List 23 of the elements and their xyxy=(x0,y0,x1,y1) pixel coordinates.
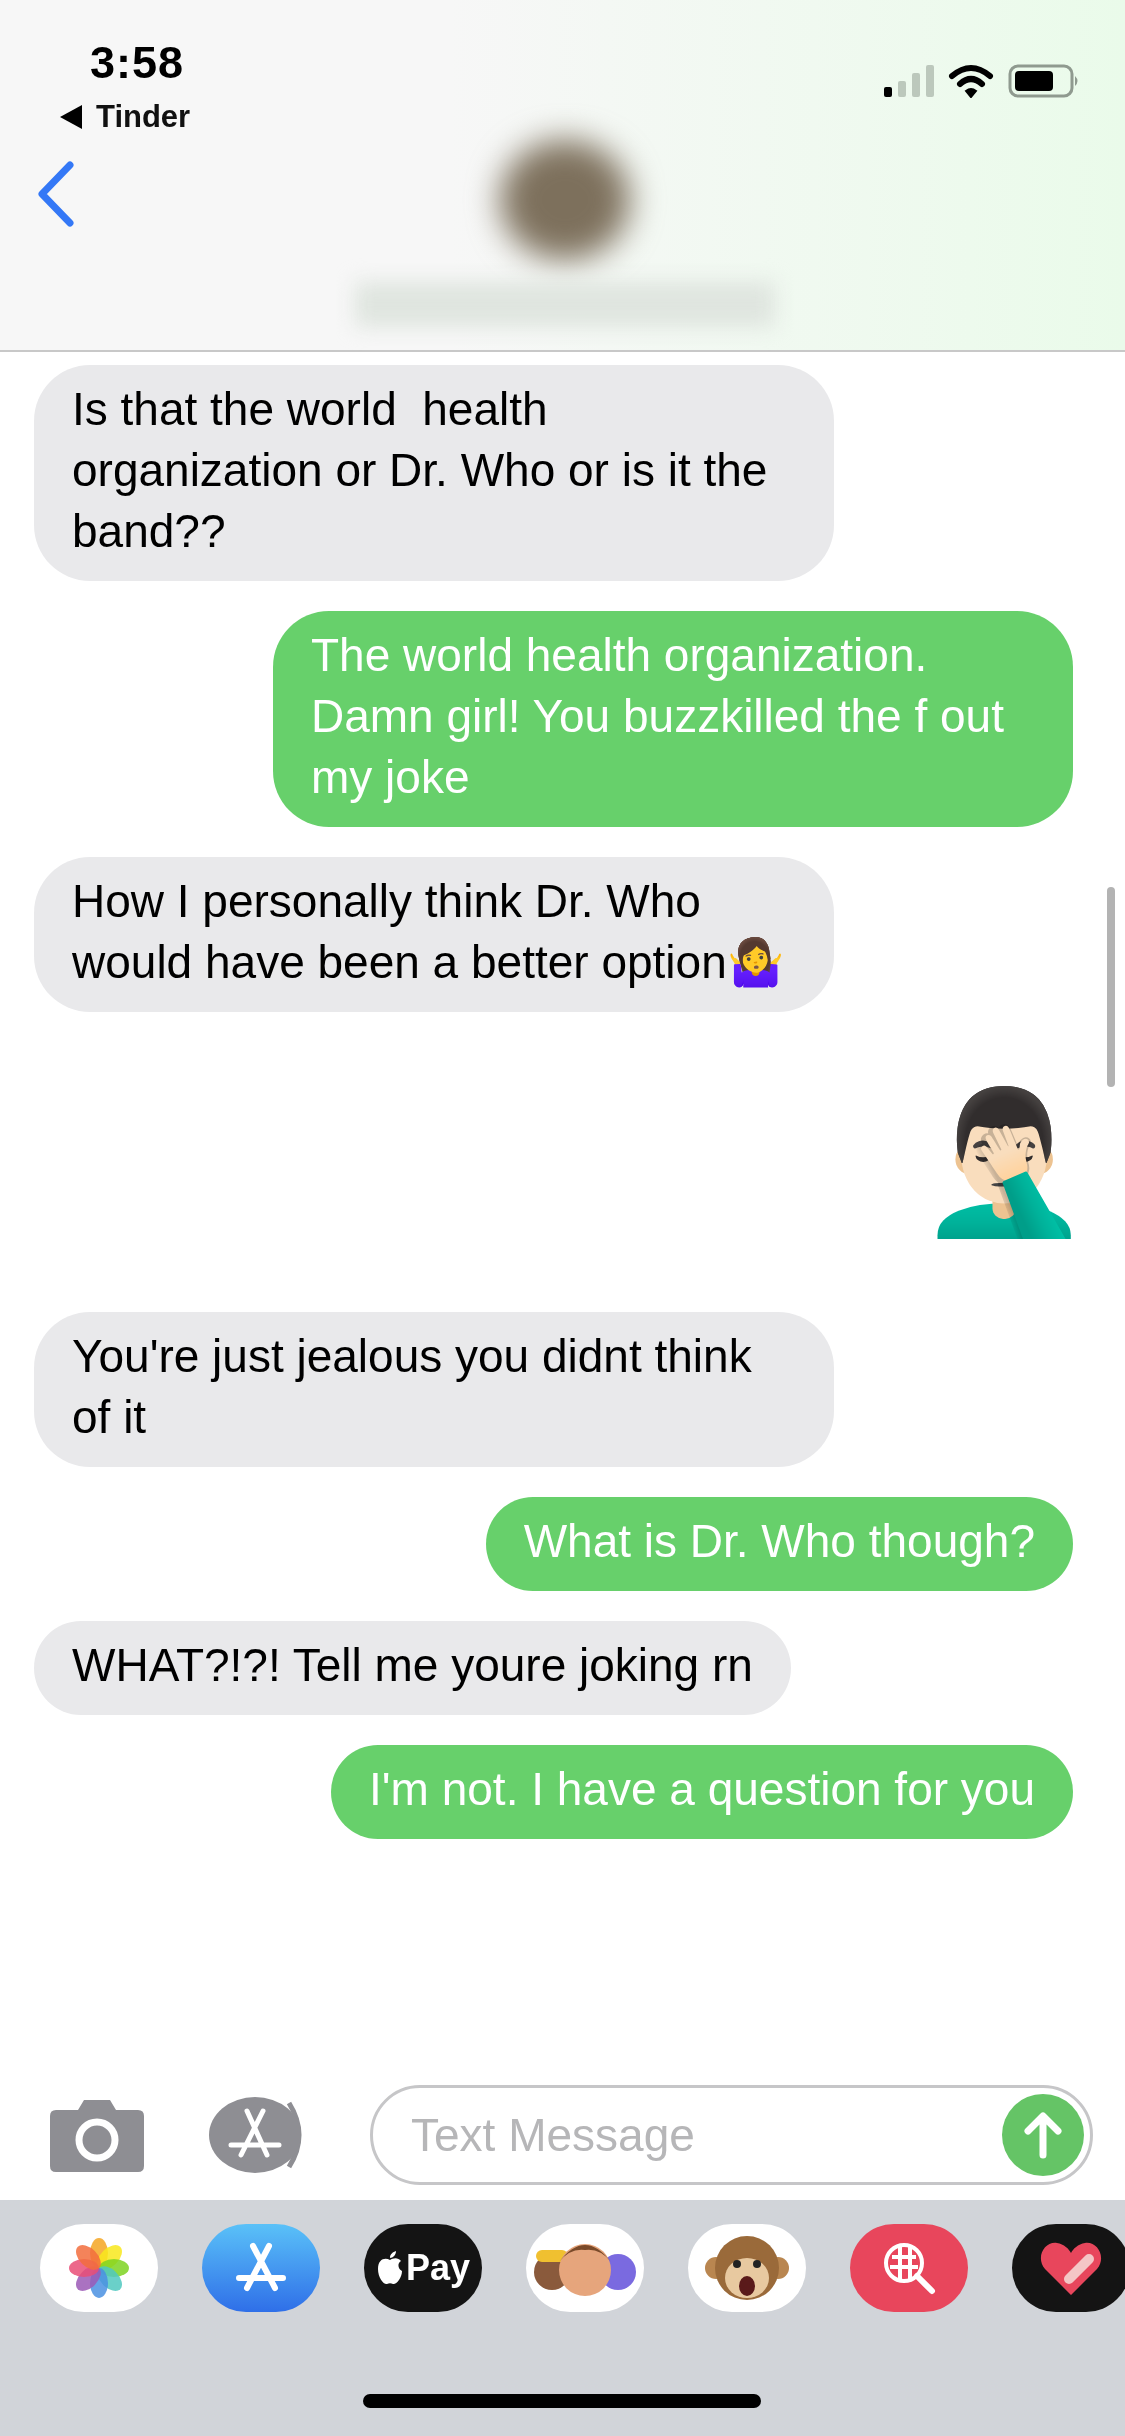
emoji-message: 🤦🏻‍♂ xyxy=(917,1082,1091,1242)
received-message: Is that the world health organization or Dr. Who or is it the band?? xyxy=(34,365,834,581)
back-to-app-link[interactable]: Tinder xyxy=(96,99,191,135)
sent-message: What is Dr. Who though? xyxy=(485,1497,1073,1591)
back-triangle-icon[interactable] xyxy=(60,105,82,129)
camera-icon[interactable] xyxy=(50,2098,144,2172)
signal-icon xyxy=(884,65,934,97)
back-chevron-icon[interactable] xyxy=(36,160,76,228)
wifi-icon xyxy=(948,64,994,98)
battery-icon xyxy=(1008,64,1080,98)
received-message: How I personally think Dr. Who would have been a better option🤷‍♀ xyxy=(34,857,834,1012)
flower-icon xyxy=(68,2237,130,2299)
sent-message: The world health organization. Damn girl! You buzzkilled the f out my joke xyxy=(273,611,1073,827)
received-message: You're just jealous you didnt think of it xyxy=(34,1312,834,1467)
sent-message: I'm not. I have a question for you xyxy=(331,1745,1073,1839)
up-arrow-icon xyxy=(1023,2111,1063,2159)
heart-app-button[interactable] xyxy=(1012,2224,1125,2312)
status-time: 3:58 xyxy=(90,40,186,85)
received-message: WHAT?!?! Tell me youre joking rn xyxy=(34,1621,791,1715)
text-message-field[interactable]: Text Message xyxy=(370,2085,1093,2185)
apple-icon xyxy=(375,2251,404,2285)
apple-pay-button[interactable]: Pay xyxy=(364,2224,482,2312)
blurred-avatar[interactable] xyxy=(500,140,630,260)
